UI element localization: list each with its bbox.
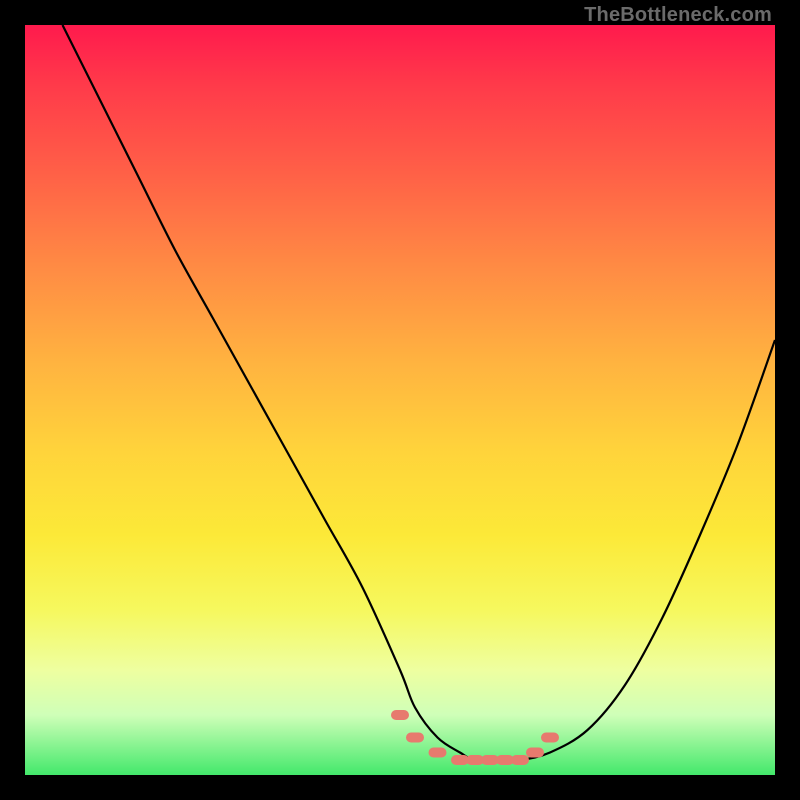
bottom-marker (391, 710, 409, 720)
bottom-marker (541, 733, 559, 743)
bottom-marker (481, 755, 499, 765)
bottom-marker (496, 755, 514, 765)
bottom-marker (526, 748, 544, 758)
bottom-marker-group (391, 710, 559, 765)
gradient-background (25, 25, 775, 775)
bottom-marker (511, 755, 529, 765)
bottom-marker (429, 748, 447, 758)
bottom-marker (451, 755, 469, 765)
bottleneck-curve-path (63, 25, 776, 761)
watermark-text: TheBottleneck.com (584, 4, 772, 27)
bottom-marker (466, 755, 484, 765)
curve-layer (25, 25, 775, 775)
chart-canvas: TheBottleneck.com (0, 0, 800, 800)
bottom-marker (406, 733, 424, 743)
